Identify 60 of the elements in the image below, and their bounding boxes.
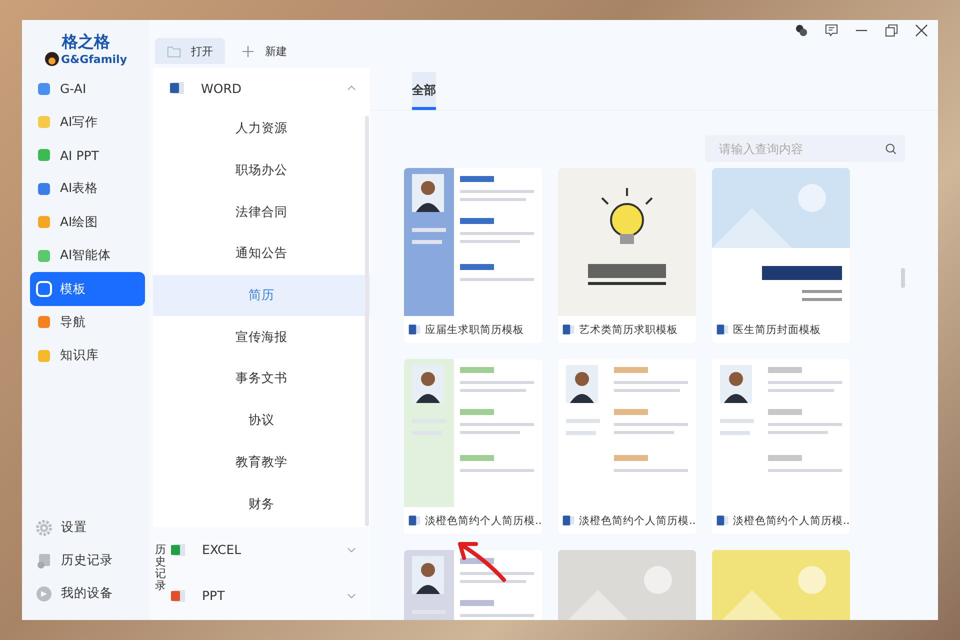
word-icon (562, 514, 575, 527)
history-label: 历史记录 (154, 544, 166, 592)
category-item[interactable]: 协议 (153, 400, 370, 442)
word-icon (716, 514, 729, 527)
template-card[interactable]: 淡橙色简约个人简历模... (404, 359, 542, 534)
word-icon (562, 323, 575, 336)
toolbar-button[interactable]: 打开 (155, 38, 225, 64)
category-header[interactable]: EXCEL (166, 526, 370, 573)
sidebar-item[interactable]: AI智能体 (30, 238, 145, 272)
template-title: 艺术类简历求职模板 (579, 322, 678, 336)
close-icon[interactable] (915, 24, 928, 37)
sidebar-item[interactable]: 我的设备 (36, 577, 150, 610)
template-card[interactable]: 艺术类简历求职模板 (558, 168, 696, 343)
category-item[interactable]: 事务文书 (153, 358, 370, 400)
sidebar-item[interactable]: 知识库 (30, 339, 145, 373)
restore-icon[interactable] (885, 24, 898, 37)
plus-icon (241, 44, 255, 58)
template-card[interactable]: 应届生求职简历模板 (404, 168, 542, 343)
category-item[interactable]: 法律合同 (153, 191, 370, 234)
sidebar-item[interactable]: 历史记录 (36, 544, 150, 577)
category-item[interactable]: 教育教学 (153, 442, 370, 484)
logo-subtitle: G&Gfamily (60, 52, 128, 66)
template-title: 淡橙色简约个人简历模... (733, 514, 850, 528)
word-icon (408, 323, 421, 336)
sidebar-item[interactable]: 设置 (36, 511, 150, 544)
template-title: 医生简历封面模板 (733, 322, 821, 336)
word-icon (408, 514, 421, 527)
template-title: 应届生求职简历模板 (425, 322, 524, 336)
category-item[interactable]: 简历 (153, 274, 370, 316)
mascot-icon (44, 52, 59, 66)
sidebar-item[interactable]: 导航 (30, 306, 145, 340)
word-icon (716, 323, 729, 336)
chat-icon[interactable] (825, 24, 838, 37)
search-icon[interactable] (885, 142, 897, 154)
search-field[interactable]: 请输入查询内容 (717, 140, 885, 156)
category-item[interactable]: 宣传海报 (153, 316, 370, 358)
sidebar-item[interactable]: AI PPT (30, 138, 145, 172)
sidebar-item[interactable]: AI表格 (30, 172, 145, 206)
logo-title: 格之格 (62, 32, 110, 52)
category-header[interactable]: WORD (153, 68, 370, 108)
toolbar-button[interactable]: 新建 (229, 38, 299, 64)
sidebar-item[interactable]: G-AI (30, 72, 145, 106)
category-item[interactable]: 财务 (153, 483, 370, 525)
category-header[interactable]: PPT (166, 572, 370, 619)
category-item[interactable]: 人力资源 (153, 108, 370, 150)
tab[interactable]: 全部 (412, 72, 436, 110)
search-bar[interactable]: 请输入查询内容 (705, 135, 905, 162)
sidebar-item[interactable]: 模板 (30, 272, 145, 306)
template-title: 淡橙色简约个人简历模... (579, 514, 696, 528)
template-title: 淡橙色简约个人简历模... (425, 514, 542, 528)
sidebar-item[interactable]: AI写作 (30, 105, 145, 139)
excel-icon (170, 542, 186, 558)
powerpoint-icon (170, 588, 186, 604)
category-item[interactable]: 通知公告 (153, 233, 370, 275)
sidebar-item[interactable]: AI绘图 (30, 206, 145, 239)
folder-icon (167, 44, 181, 58)
template-card[interactable]: 医生简历封面模板 (712, 168, 850, 343)
gear-icon (36, 520, 52, 536)
category-item[interactable]: 职场办公 (153, 150, 370, 192)
word-icon (169, 80, 185, 96)
